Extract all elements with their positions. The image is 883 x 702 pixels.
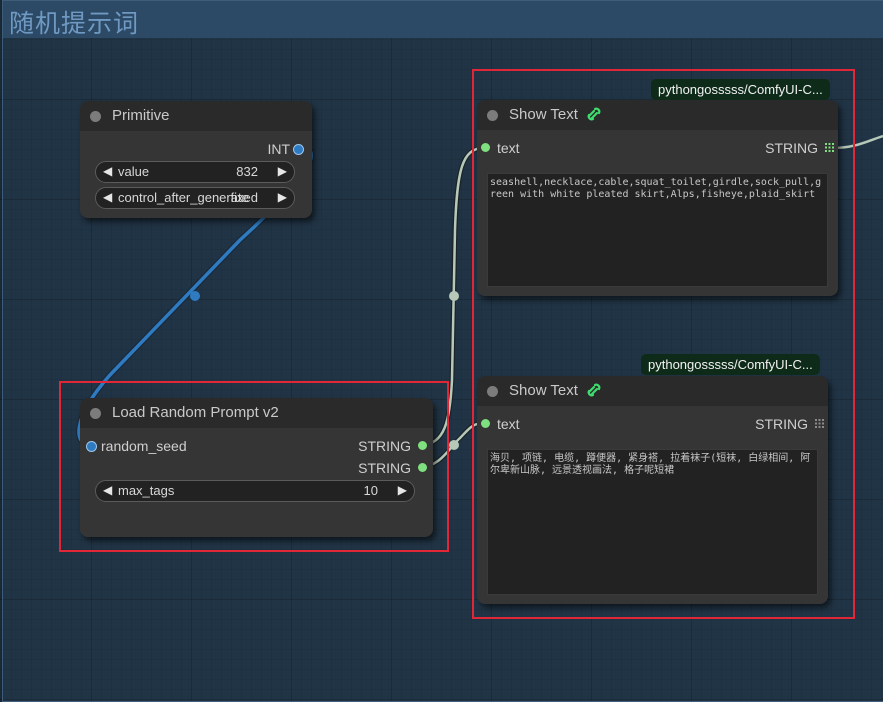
arrow-left-icon[interactable]: ◀: [103, 190, 112, 204]
int-link-midpoint: [190, 291, 200, 301]
arrow-left-icon[interactable]: ◀: [103, 164, 112, 178]
output-label: INT: [267, 141, 290, 157]
collapse-dot[interactable]: [90, 111, 101, 122]
primitive-node[interactable]: Primitive INT ◀ value 832 ▶ ◀ control_af…: [80, 101, 312, 218]
string-link-2-midpoint: [449, 440, 459, 450]
widget-value: 832: [236, 164, 258, 179]
node-header[interactable]: Primitive: [80, 101, 312, 131]
widget-value: fixed: [230, 190, 258, 205]
control-after-generate-widget[interactable]: ◀ control_after_generate fixed ▶: [95, 187, 295, 209]
widget-label: value: [118, 164, 150, 179]
node-title: Primitive: [112, 107, 170, 124]
arrow-right-icon[interactable]: ▶: [278, 164, 287, 178]
value-widget[interactable]: ◀ value 832 ▶: [95, 161, 295, 183]
arrow-right-icon[interactable]: ▶: [278, 190, 287, 204]
highlight-box-show-text: [472, 69, 855, 619]
output-dot[interactable]: [293, 144, 304, 155]
highlight-box-load-random-prompt: [59, 381, 449, 552]
string-link-1-midpoint: [449, 291, 459, 301]
widget-label: control_after_generate: [118, 190, 249, 205]
